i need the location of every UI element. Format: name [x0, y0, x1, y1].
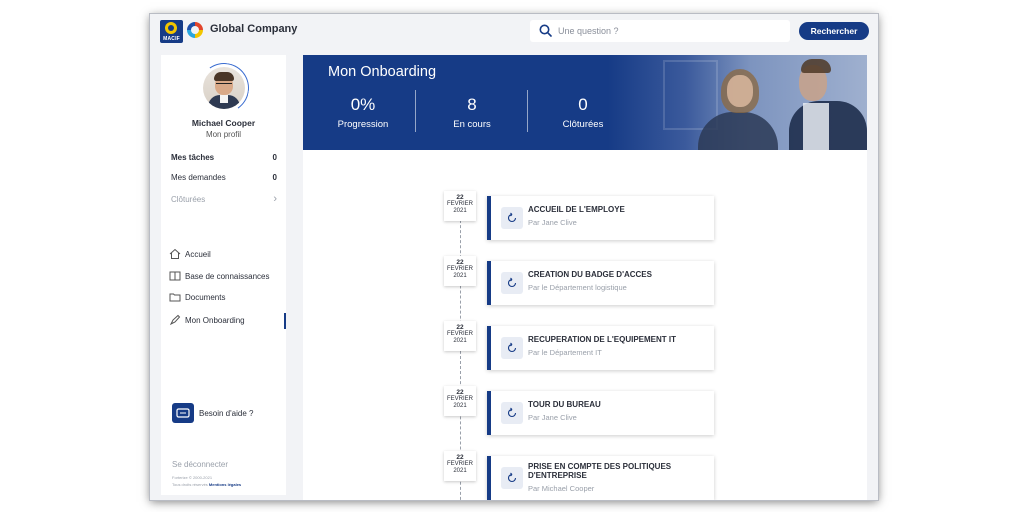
date-month: FEVRIER [446, 201, 473, 207]
timeline-task-card[interactable]: CREATION DU BADGE D'ACCES Par le Départe… [487, 261, 714, 305]
stat-progress-value: 0% [350, 95, 376, 114]
task-count: 0 [272, 153, 277, 162]
search-box [530, 20, 790, 42]
sidebar-item-label: Mon Onboarding [185, 316, 245, 325]
task-owner: Par Michael Cooper [528, 484, 595, 493]
sidebar-item-my-requests[interactable]: Mes demandes 0 [171, 173, 277, 182]
date-year: 2021 [453, 273, 467, 279]
active-indicator [284, 313, 286, 329]
help-button[interactable] [172, 403, 194, 423]
sidebar: Michael Cooper Mon profil Mes tâches 0 M… [161, 55, 286, 495]
onboarding-banner: Mon Onboarding 0% Progression 8 En cours… [303, 55, 867, 150]
rocket-icon [169, 314, 181, 326]
task-owner: Par Jane Clive [528, 218, 577, 227]
date-day: 22 [456, 324, 464, 331]
page-title: Mon Onboarding [328, 64, 437, 80]
sidebar-item-my-tasks[interactable]: Mes tâches 0 [171, 153, 277, 162]
sidebar-item-label: Base de connaissances [185, 272, 270, 281]
rights-label: Tous droits réservés [172, 482, 208, 487]
timeline-date: 22 FEVRIER 2021 [444, 321, 476, 351]
profile-link[interactable]: Mon profil [161, 130, 286, 139]
date-year: 2021 [453, 468, 467, 474]
task-title: CREATION DU BADGE D'ACCES [528, 270, 652, 279]
sidebar-item-closed[interactable]: Clôturées › [171, 193, 277, 205]
user-name: Michael Cooper [191, 118, 256, 128]
date-day: 22 [456, 259, 464, 266]
main-content: Mon Onboarding 0% Progression 8 En cours… [303, 55, 867, 500]
timeline-task-card[interactable]: PRISE EN COMPTE DES POLITIQUES D'ENTREPR… [487, 456, 714, 500]
top-bar: MACIF Global Company Rechercher [150, 14, 878, 50]
sidebar-item-knowledge-base[interactable]: Base de connaissances [169, 270, 284, 284]
photo-person [801, 59, 831, 73]
sidebar-item-label: Mes demandes [171, 173, 226, 182]
request-count: 0 [272, 173, 277, 182]
photo-person [803, 103, 829, 150]
chevron-right-icon: › [273, 193, 277, 205]
sidebar-item-home[interactable]: Accueil [169, 248, 284, 262]
stat-progress-label: Progression [337, 119, 389, 130]
date-day: 22 [456, 389, 464, 396]
timeline-task-card[interactable]: ACCUEIL DE L'EMPLOYE Par Jane Clive [487, 196, 714, 240]
home-icon [169, 248, 181, 259]
stat-divider [415, 90, 416, 132]
macif-logo[interactable]: MACIF [160, 20, 183, 43]
sidebar-item-label: Clôturées [171, 195, 206, 204]
book-icon [169, 271, 181, 281]
logo-mark-icon [165, 22, 177, 34]
search-icon [539, 24, 552, 37]
date-day: 22 [456, 454, 464, 461]
legal-notice-link[interactable]: Mentions légales [209, 482, 241, 487]
app-window: MACIF Global Company Rechercher Michael … [150, 14, 878, 500]
task-title: PRISE EN COMPTE DES POLITIQUES D'ENTREPR… [528, 462, 672, 480]
stat-in-progress-label: En cours [453, 119, 491, 130]
timeline-date: 22 FEVRIER 2021 [444, 256, 476, 286]
company-ring-icon [187, 22, 203, 38]
date-month: FEVRIER [446, 396, 473, 402]
timeline-date: 22 FEVRIER 2021 [444, 451, 476, 481]
folder-icon [169, 293, 181, 302]
copyright-text: Forterize © 2000-2021 [172, 475, 213, 480]
timeline-task-card[interactable]: RECUPERATION DE L'EQUIPEMENT IT Par le D… [487, 326, 714, 370]
date-day: 22 [456, 194, 464, 201]
search-button[interactable]: Rechercher [799, 22, 869, 40]
company-name: Global Company [210, 23, 298, 35]
stat-closed-value: 0 [578, 95, 588, 114]
sidebar-item-label: Accueil [185, 250, 211, 259]
task-title: ACCUEIL DE L'EMPLOYE [528, 205, 625, 214]
task-status-icon [501, 467, 523, 489]
date-year: 2021 [453, 403, 467, 409]
date-year: 2021 [453, 338, 467, 344]
date-year: 2021 [453, 208, 467, 214]
search-input[interactable] [558, 23, 778, 39]
task-status-icon [501, 402, 523, 424]
stat-divider [527, 90, 528, 132]
date-month: FEVRIER [446, 266, 473, 272]
sidebar-item-label: Mes tâches [171, 153, 215, 162]
sidebar-item-my-onboarding[interactable]: Mon Onboarding [169, 314, 284, 328]
task-title: RECUPERATION DE L'EQUIPEMENT IT [528, 335, 676, 344]
date-month: FEVRIER [446, 461, 473, 467]
task-status-icon [501, 337, 523, 359]
task-status-icon [501, 272, 523, 294]
sidebar-item-label: Documents [185, 293, 226, 302]
date-month: FEVRIER [446, 331, 473, 337]
task-title: TOUR DU BUREAU [528, 400, 601, 409]
stat-closed-label: Clôturées [562, 119, 604, 130]
task-owner: Par le Département logistique [528, 283, 627, 292]
photo-person [727, 75, 753, 107]
timeline-date: 22 FEVRIER 2021 [444, 191, 476, 221]
timeline-task-card[interactable]: TOUR DU BUREAU Par Jane Clive [487, 391, 714, 435]
logout-link[interactable]: Se déconnecter [172, 460, 228, 469]
avatar[interactable] [203, 67, 245, 109]
task-status-icon [501, 207, 523, 229]
timeline-date: 22 FEVRIER 2021 [444, 386, 476, 416]
rights-text: Tous droits réservés Mentions légales [172, 482, 241, 487]
chat-icon [176, 408, 190, 418]
stat-in-progress-value: 8 [467, 95, 477, 114]
logo-text: MACIF [163, 36, 180, 42]
task-owner: Par le Département IT [528, 348, 602, 357]
sidebar-item-documents[interactable]: Documents [169, 291, 284, 305]
help-label[interactable]: Besoin d'aide ? [199, 409, 253, 418]
task-owner: Par Jane Clive [528, 413, 577, 422]
